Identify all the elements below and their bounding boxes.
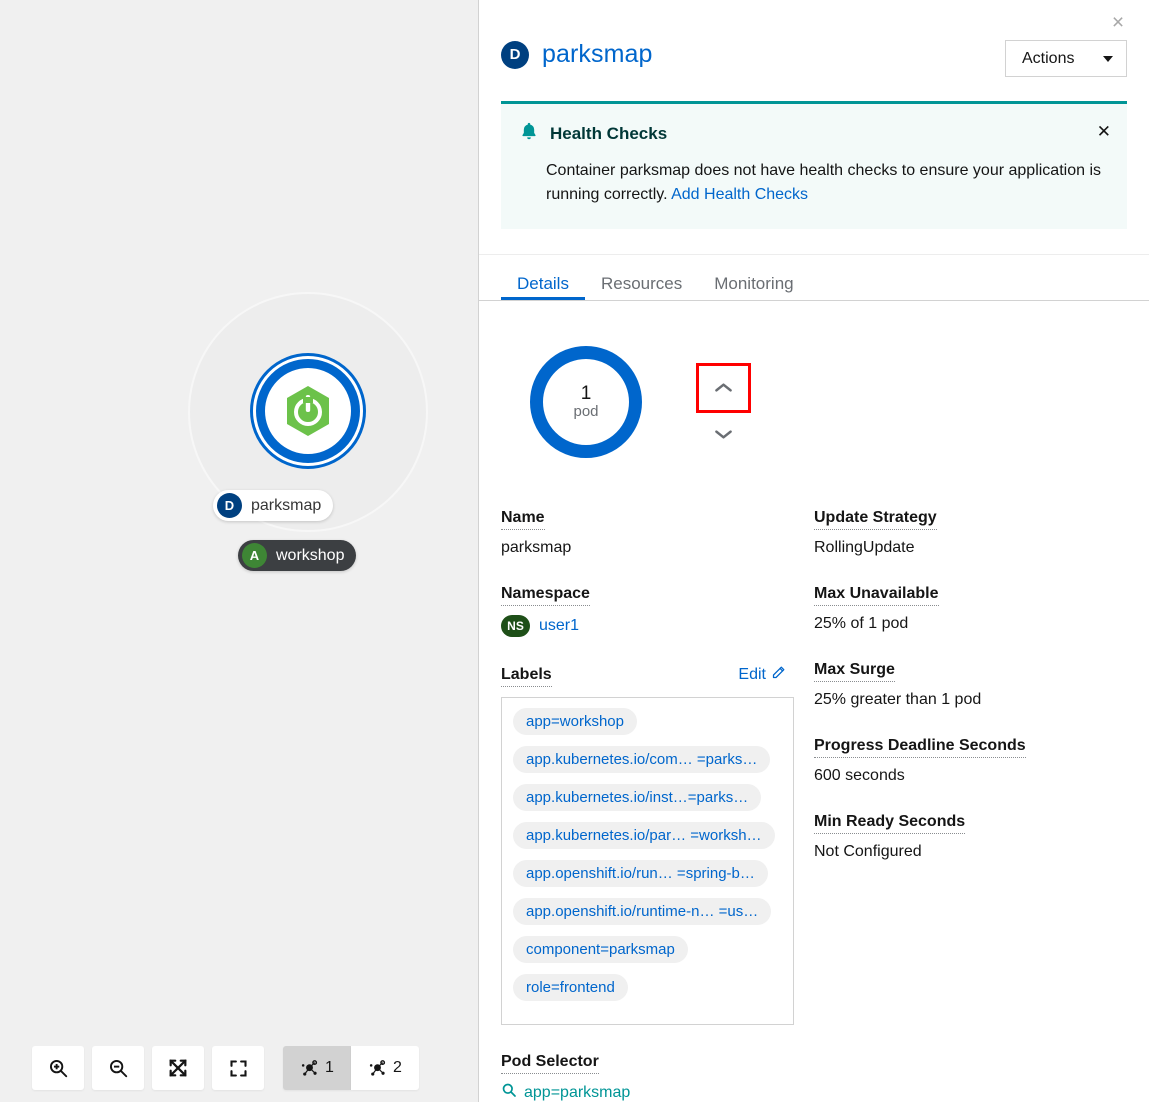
pod-count-unit: pod xyxy=(573,403,598,420)
chevron-down-icon xyxy=(1103,56,1113,62)
application-name: workshop xyxy=(276,547,344,565)
namespace-label: Namespace xyxy=(501,585,590,606)
label-chip[interactable]: app.openshift.io/runtime-n… =us… xyxy=(513,898,771,925)
edit-labels-button[interactable]: Edit xyxy=(738,665,786,685)
deployment-kind-badge: D xyxy=(217,493,242,518)
max-surge-label: Max Surge xyxy=(814,661,895,682)
pod-selector-label: Pod Selector xyxy=(501,1053,599,1074)
app-root: D parksmap A workshop xyxy=(0,0,1149,1102)
layout-option-2-label: 2 xyxy=(393,1059,402,1077)
page-title: parksmap xyxy=(542,40,653,69)
label-chip[interactable]: app=workshop xyxy=(513,708,637,735)
layout-option-1-label: 1 xyxy=(325,1059,334,1077)
scale-down-button[interactable] xyxy=(696,419,751,449)
scale-up-button[interactable] xyxy=(696,363,751,413)
tab-monitoring[interactable]: Monitoring xyxy=(698,255,809,300)
field-min-ready: Min Ready Seconds Not Configured xyxy=(814,813,1107,861)
update-strategy-label: Update Strategy xyxy=(814,509,937,530)
label-chip[interactable]: app.kubernetes.io/inst…=parks… xyxy=(513,784,761,811)
actions-dropdown-button[interactable]: Actions xyxy=(1005,40,1127,77)
field-max-surge: Max Surge 25% greater than 1 pod xyxy=(814,661,1107,709)
field-update-strategy: Update Strategy RollingUpdate xyxy=(814,509,1107,557)
field-labels: Labels Edit app=works xyxy=(501,665,794,1025)
node-application-label[interactable]: A workshop xyxy=(238,540,356,571)
resource-title: D parksmap xyxy=(501,40,653,69)
progress-deadline-label: Progress Deadline Seconds xyxy=(814,737,1026,758)
fit-to-screen-icon[interactable] xyxy=(152,1046,204,1090)
min-ready-value: Not Configured xyxy=(814,843,1107,861)
pod-selector-value-row: app=parksmap xyxy=(501,1082,1127,1102)
application-kind-badge: A xyxy=(242,543,267,568)
label-chip[interactable]: app.kubernetes.io/par… =worksh… xyxy=(513,822,775,849)
field-namespace: Namespace NS user1 xyxy=(501,585,794,637)
namespace-link[interactable]: user1 xyxy=(539,617,579,635)
alert-title: Health Checks xyxy=(550,124,667,144)
edit-labels-label: Edit xyxy=(738,666,766,684)
progress-deadline-value: 600 seconds xyxy=(814,767,1107,785)
layout-toggle-group: 1 2 xyxy=(283,1046,419,1090)
field-max-unavailable: Max Unavailable 25% of 1 pod xyxy=(814,585,1107,633)
add-health-checks-link[interactable]: Add Health Checks xyxy=(671,186,808,203)
label-chip[interactable]: app.kubernetes.io/com… =parks… xyxy=(513,746,770,773)
node-deployment-label[interactable]: D parksmap xyxy=(213,490,333,521)
alert-body: Container parksmap does not have health … xyxy=(546,159,1106,207)
alert-body-text: Container parksmap does not have health … xyxy=(546,162,1101,203)
pencil-icon xyxy=(771,665,786,685)
panel-tabs: Details Resources Monitoring xyxy=(479,254,1149,301)
pod-count-ring[interactable]: 1 pod xyxy=(530,346,642,458)
zoom-in-icon[interactable] xyxy=(32,1046,84,1090)
details-grid: Name parksmap Namespace NS user1 Labels xyxy=(501,509,1127,1053)
details-tab-content: 1 pod Name xyxy=(479,301,1149,1102)
deployment-name: parksmap xyxy=(251,497,321,515)
zoom-out-icon[interactable] xyxy=(92,1046,144,1090)
search-icon xyxy=(501,1082,517,1102)
name-value: parksmap xyxy=(501,539,794,557)
topology-canvas[interactable]: D parksmap A workshop xyxy=(0,0,478,1102)
label-chip[interactable]: app.openshift.io/run… =spring-b… xyxy=(513,860,768,887)
max-surge-value: 25% greater than 1 pod xyxy=(814,691,1107,709)
resource-side-panel: × D parksmap Actions Health Checks xyxy=(478,0,1149,1102)
spring-boot-icon xyxy=(279,382,337,440)
actions-label: Actions xyxy=(1022,50,1074,68)
field-pod-selector: Pod Selector app=parksmap xyxy=(501,1053,1127,1102)
min-ready-label: Min Ready Seconds xyxy=(814,813,965,834)
tab-details[interactable]: Details xyxy=(501,255,585,300)
panel-header: D parksmap Actions xyxy=(479,0,1149,77)
topology-node-parksmap[interactable] xyxy=(250,353,366,469)
max-unavailable-value: 25% of 1 pod xyxy=(814,615,1107,633)
close-icon[interactable]: × xyxy=(1105,9,1131,35)
pod-scaling-section: 1 pod xyxy=(501,339,1127,509)
namespace-value-row: NS user1 xyxy=(501,615,794,637)
tab-resources[interactable]: Resources xyxy=(585,255,698,300)
alert-close-icon[interactable]: ✕ xyxy=(1095,121,1113,142)
topology-toolbar: 1 2 xyxy=(32,1046,419,1090)
label-chip[interactable]: role=frontend xyxy=(513,974,628,1001)
resource-kind-badge: D xyxy=(501,41,529,69)
layout-option-2-button[interactable]: 2 xyxy=(351,1046,419,1090)
field-progress-deadline: Progress Deadline Seconds 600 seconds xyxy=(814,737,1107,785)
labels-list: app=workshop app.kubernetes.io/com… =par… xyxy=(501,697,794,1025)
update-strategy-value: RollingUpdate xyxy=(814,539,1107,557)
alert-header: Health Checks xyxy=(519,120,1109,147)
details-left-column: Name parksmap Namespace NS user1 Labels xyxy=(501,509,814,1053)
max-unavailable-label: Max Unavailable xyxy=(814,585,939,606)
labels-header: Labels Edit xyxy=(501,665,794,687)
pod-count-value: 1 xyxy=(581,384,592,404)
namespace-kind-badge: NS xyxy=(501,615,530,637)
pod-selector-link[interactable]: app=parksmap xyxy=(524,1084,630,1102)
labels-label: Labels xyxy=(501,666,552,687)
details-right-column: Update Strategy RollingUpdate Max Unavai… xyxy=(814,509,1127,1053)
layout-option-1-button[interactable]: 1 xyxy=(283,1046,351,1090)
health-checks-alert: Health Checks Container parksmap does no… xyxy=(501,101,1127,229)
field-name: Name parksmap xyxy=(501,509,794,557)
label-chip[interactable]: component=parksmap xyxy=(513,936,688,963)
name-label: Name xyxy=(501,509,545,530)
bell-icon xyxy=(519,120,539,147)
fullscreen-icon[interactable] xyxy=(212,1046,264,1090)
